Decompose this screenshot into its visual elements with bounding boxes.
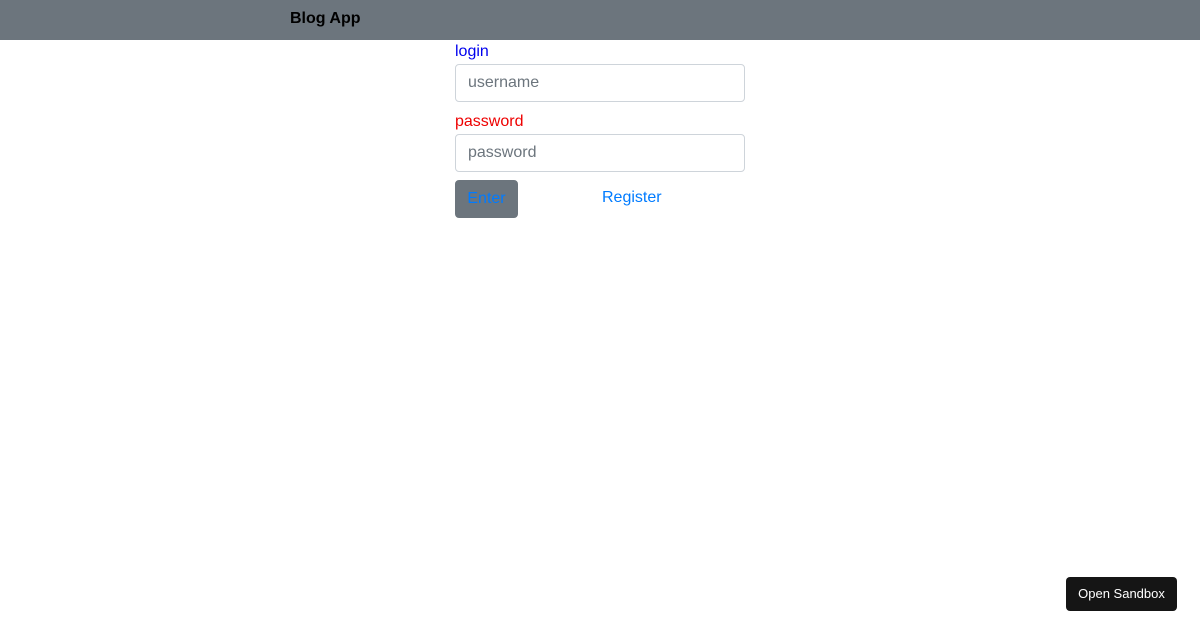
open-sandbox-button[interactable]: Open Sandbox — [1066, 577, 1177, 611]
navbar: Blog App — [0, 0, 1200, 40]
register-link[interactable]: Register — [602, 188, 662, 208]
enter-button[interactable]: Enter — [455, 180, 518, 218]
login-label: login — [455, 43, 489, 60]
password-label: password — [455, 113, 524, 130]
password-input[interactable] — [455, 134, 745, 172]
username-input[interactable] — [455, 64, 745, 102]
brand-link[interactable]: Blog App — [290, 9, 361, 29]
